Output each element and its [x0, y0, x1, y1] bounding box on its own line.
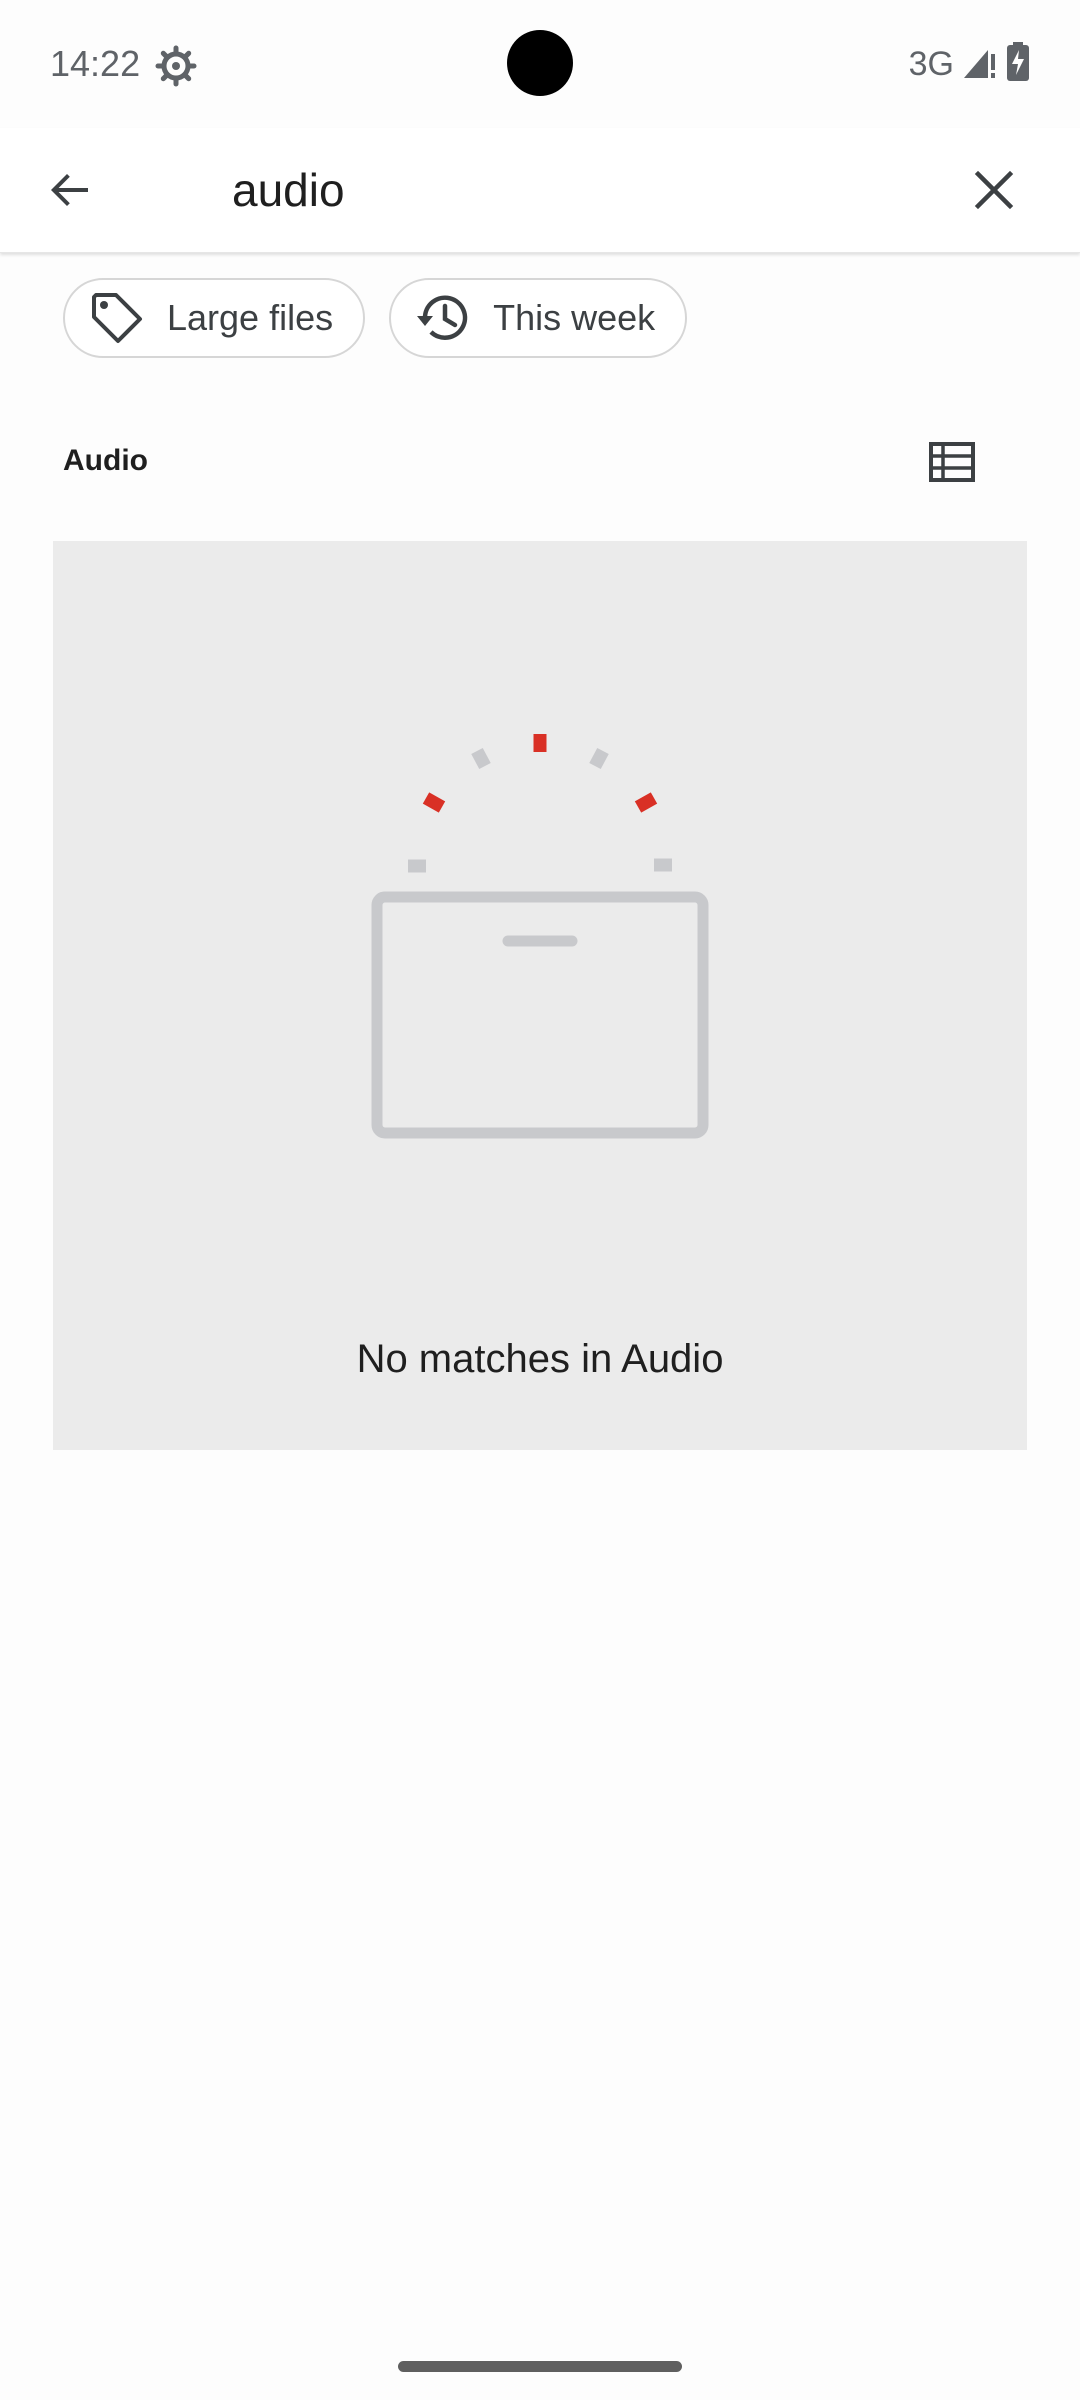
arrow-back-icon: [51, 174, 88, 206]
chip-label: This week: [493, 297, 656, 338]
gesture-nav-handle[interactable]: [398, 2361, 682, 2372]
chip-this-week[interactable]: This week: [389, 278, 688, 358]
signal-dashes: [408, 734, 672, 873]
filter-chips: Large files This week: [63, 278, 688, 358]
empty-box-illustration: [371, 734, 709, 1139]
empty-state-message: No matches in Audio: [356, 1337, 724, 1381]
settings-gear-icon: [155, 45, 197, 87]
search-bar: [0, 128, 1080, 253]
status-bar: 14:22 3G: [0, 0, 1080, 128]
status-right-group: 3G: [909, 40, 1030, 88]
screen: 14:22 3G audio Large files This week Aud…: [0, 0, 1080, 2400]
status-time: 14:22: [50, 43, 141, 84]
network-type: 3G: [908, 45, 954, 83]
history-icon: [413, 288, 473, 348]
close-icon: [974, 170, 1014, 210]
search-input[interactable]: [232, 154, 932, 226]
back-button[interactable]: [38, 158, 102, 222]
empty-state-panel: No matches in Audio: [53, 541, 1027, 1450]
clear-search-button[interactable]: [962, 158, 1026, 222]
section-title: Audio: [63, 444, 148, 477]
battery-charging-icon: [1006, 41, 1030, 87]
camera-cutout: [507, 30, 573, 96]
tag-icon: [87, 288, 147, 348]
signal-icon: [962, 44, 998, 85]
chip-label: Large files: [167, 297, 334, 338]
list-view-toggle-button[interactable]: [922, 432, 982, 492]
chip-large-files[interactable]: Large files: [63, 278, 366, 358]
list-view-icon: [929, 442, 975, 482]
